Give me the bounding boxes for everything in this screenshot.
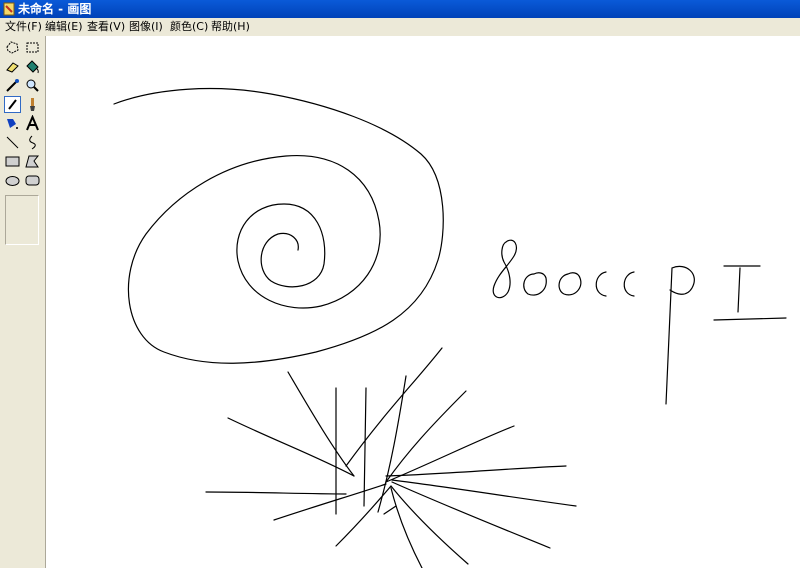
window-title: 未命名 - 画图 [18, 2, 92, 16]
text-icon [26, 114, 39, 131]
brush-icon [30, 98, 35, 111]
toolbox [0, 36, 46, 568]
handwriting-o2 [558, 272, 582, 296]
menu-file[interactable]: 文件(F) [3, 18, 44, 36]
handwriting-8 [492, 239, 518, 299]
tool-magnifier[interactable] [24, 77, 41, 94]
rounded-rectangle-icon [25, 175, 40, 186]
menu-view[interactable]: 查看(V) [85, 18, 127, 36]
starburst-strokes [205, 347, 577, 568]
tool-airbrush[interactable] [4, 115, 21, 132]
tool-options-box[interactable] [5, 195, 39, 245]
polygon-icon [25, 155, 40, 168]
tool-curve[interactable] [24, 134, 41, 151]
curve-icon [29, 135, 36, 150]
pencil-icon [8, 99, 17, 110]
drawing-canvas[interactable] [46, 36, 800, 568]
tool-ellipse[interactable] [4, 172, 21, 189]
magnifier-icon [26, 79, 39, 92]
handwriting-c1 [595, 271, 607, 297]
menu-help[interactable]: 帮助(H) [209, 18, 252, 36]
handwriting-c2 [623, 271, 635, 297]
tool-rectangle[interactable] [4, 153, 21, 170]
tool-eraser[interactable] [4, 58, 21, 75]
tool-pencil[interactable] [4, 96, 21, 113]
title-bar[interactable]: 未命名 - 画图 [0, 0, 800, 18]
handwriting-i [713, 265, 787, 321]
ellipse-icon [5, 176, 20, 186]
menu-color[interactable]: 颜色(C) [168, 18, 210, 36]
tool-free-select[interactable] [4, 39, 21, 56]
handwriting-o1 [523, 272, 547, 296]
menu-image[interactable]: 图像(I) [127, 18, 165, 36]
tool-polygon[interactable] [24, 153, 41, 170]
free-select-icon [6, 41, 19, 54]
fill-bucket-icon [26, 60, 39, 74]
color-picker-icon [6, 79, 19, 92]
tool-rounded-rectangle[interactable] [24, 172, 41, 189]
tool-fill[interactable] [24, 58, 41, 75]
menu-edit[interactable]: 编辑(E) [43, 18, 85, 36]
menu-bar: 文件(F) 编辑(E) 查看(V) 图像(I) 颜色(C) 帮助(H) [0, 18, 800, 36]
spiral-stroke [113, 87, 444, 364]
tool-line[interactable] [4, 134, 21, 151]
tool-brush[interactable] [24, 96, 41, 113]
tool-rect-select[interactable] [24, 39, 41, 56]
rect-select-icon [26, 42, 39, 53]
eraser-icon [6, 62, 19, 73]
handwriting-p [665, 265, 695, 405]
airbrush-icon [7, 119, 18, 129]
canvas-drawing [113, 87, 787, 568]
paint-app-icon [3, 2, 15, 16]
tool-text[interactable] [24, 114, 41, 132]
line-icon [6, 136, 19, 149]
rectangle-icon [5, 156, 20, 167]
tool-color-picker[interactable] [4, 77, 21, 94]
